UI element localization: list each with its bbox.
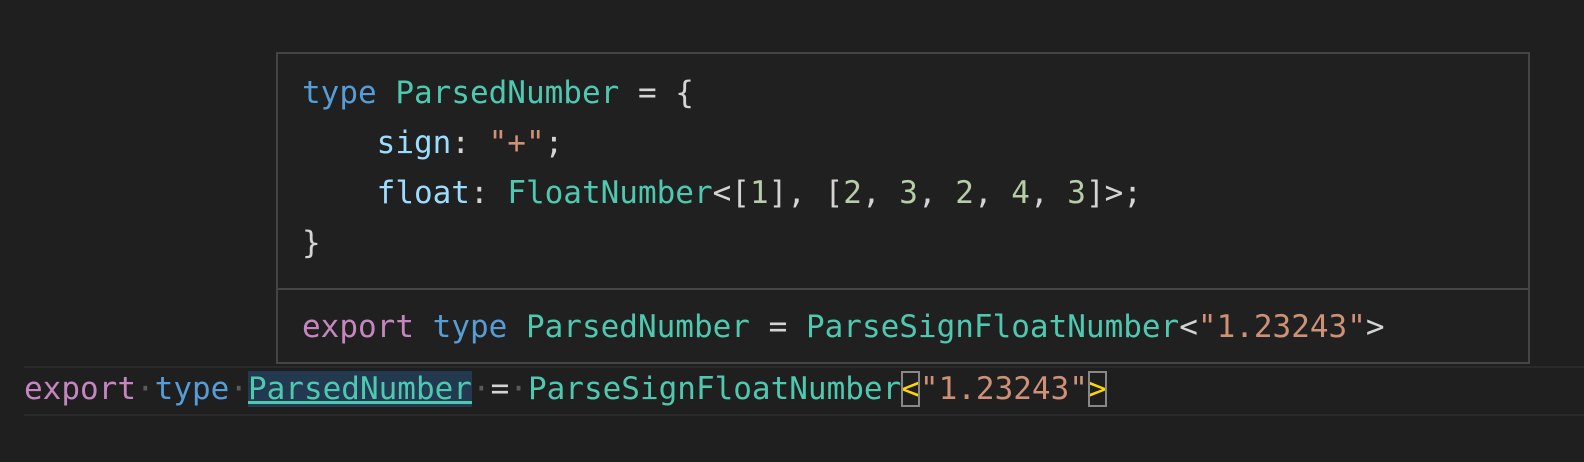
parsed-number-link[interactable]: ParsedNumber bbox=[247, 371, 472, 407]
hover-type-expansion: type ParsedNumber = { sign: "+"; float: … bbox=[302, 68, 1508, 284]
hover-divider bbox=[278, 288, 1528, 290]
equals-sign: = bbox=[490, 371, 510, 407]
keyword-type: type bbox=[302, 75, 377, 111]
close-angle-bracket: > bbox=[1087, 371, 1107, 407]
whitespace-marker: · bbox=[135, 371, 155, 407]
type-name: ParsedNumber bbox=[395, 75, 620, 111]
generic-type-name[interactable]: ParseSignFloatNumber bbox=[528, 371, 901, 407]
code-line[interactable]: export·type·ParsedNumber·=·ParseSignFloa… bbox=[24, 368, 1107, 412]
type-float-number: FloatNumber bbox=[507, 175, 713, 211]
string-literal: "+" bbox=[488, 125, 545, 161]
keyword-export: export bbox=[24, 371, 136, 407]
hover-tooltip: type ParsedNumber = { sign: "+"; float: … bbox=[276, 52, 1530, 364]
open-angle-bracket: < bbox=[901, 371, 920, 407]
property-sign: sign bbox=[376, 125, 452, 161]
equals-brace: = { bbox=[619, 75, 694, 111]
code-editor[interactable]: type ParsedNumber = { sign: "+"; float: … bbox=[0, 0, 1584, 462]
hover-line-2: sign: "+"; bbox=[376, 125, 564, 161]
closing-brace: } bbox=[302, 225, 321, 261]
property-float: float bbox=[376, 175, 470, 211]
hover-line-1: type ParsedNumber = { bbox=[302, 68, 694, 118]
string-argument: "1.23243" bbox=[919, 371, 1088, 407]
hover-line-4: } bbox=[302, 218, 321, 268]
hover-line-3: float: FloatNumber<[1], [2, 3, 2, 4, 3]>… bbox=[376, 175, 1142, 211]
keyword-type: type bbox=[154, 371, 230, 407]
hover-signature: export type ParsedNumber = ParseSignFloa… bbox=[302, 309, 1385, 345]
